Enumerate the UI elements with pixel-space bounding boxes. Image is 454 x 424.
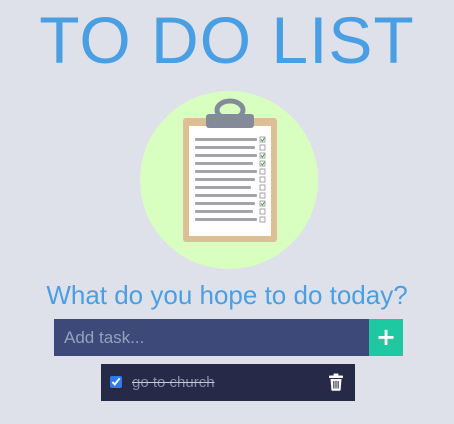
task-list: go to church — [101, 364, 355, 401]
trash-icon[interactable] — [328, 373, 344, 391]
list-item: go to church — [101, 364, 355, 401]
clipboard-illustration — [140, 91, 318, 269]
task-complete-checkbox[interactable] — [110, 376, 122, 388]
page-title: TO DO LIST — [39, 3, 415, 77]
clipboard-checklist-icon — [183, 98, 277, 242]
task-text: go to church — [132, 374, 215, 391]
add-task-input[interactable] — [54, 319, 369, 356]
todo-app: TO DO LIST What do you hope to do today?… — [0, 0, 454, 424]
add-task-button[interactable]: + — [369, 319, 403, 356]
add-task-form: + — [54, 319, 403, 356]
prompt-text: What do you hope to do today? — [46, 280, 408, 310]
